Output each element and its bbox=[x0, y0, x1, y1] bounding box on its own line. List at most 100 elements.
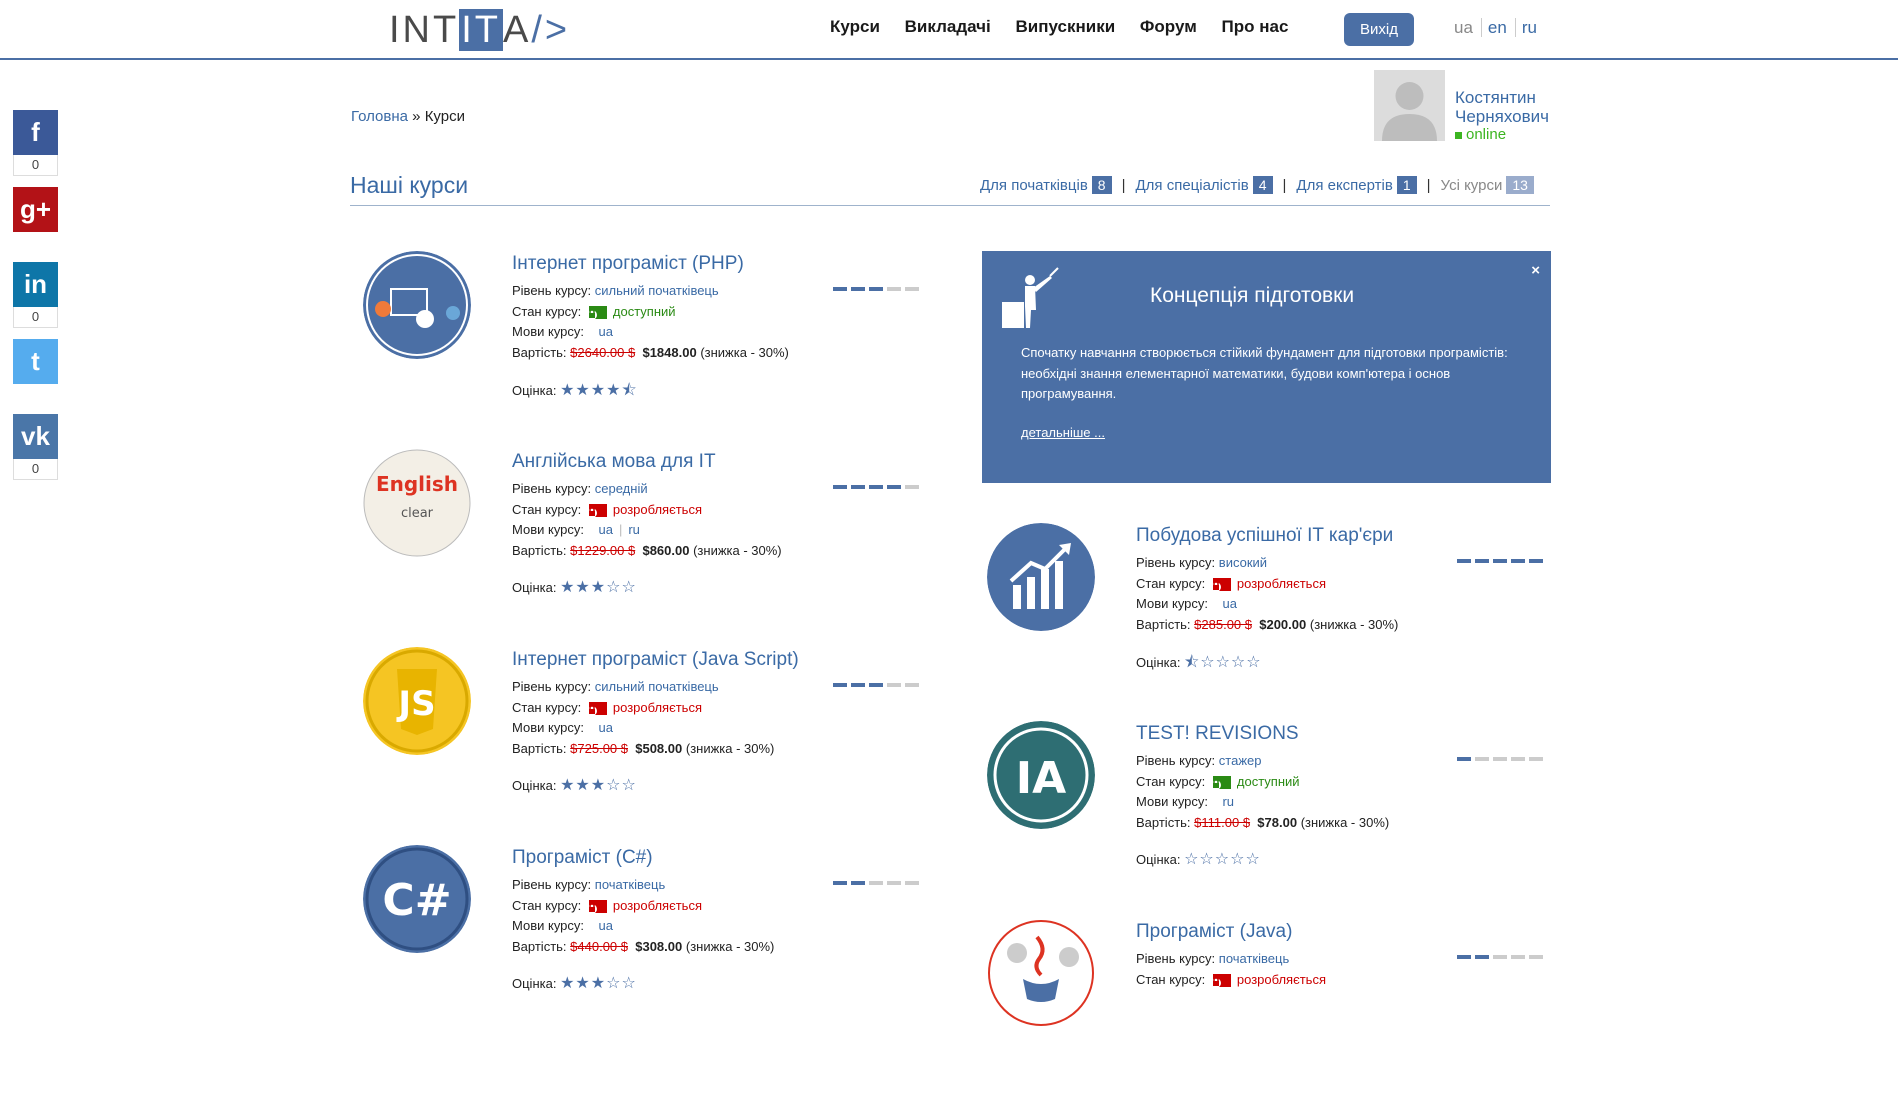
course-title[interactable]: Програміст (Java) bbox=[1136, 921, 1292, 943]
course-lang[interactable]: ua bbox=[1222, 596, 1236, 611]
status-label: Стан курсу: bbox=[512, 897, 582, 913]
old-price: $725.00 $ bbox=[570, 740, 628, 756]
google-plus-icon[interactable]: g+ bbox=[13, 187, 58, 232]
discount: (знижка - 30%) bbox=[693, 542, 782, 558]
course-image[interactable]: English clear bbox=[363, 449, 471, 557]
course-image[interactable]: C# bbox=[363, 845, 471, 953]
course-rating: Оцінка: ★★★☆☆ bbox=[512, 577, 637, 597]
course-level[interactable]: початківець bbox=[595, 877, 665, 892]
level-bar bbox=[869, 881, 883, 885]
status-label: Стан курсу: bbox=[512, 303, 582, 319]
level-bar bbox=[905, 881, 919, 885]
logout-button[interactable]: Вихід bbox=[1344, 13, 1414, 46]
vk-icon[interactable]: vk bbox=[13, 414, 58, 459]
course-image[interactable]: JS bbox=[363, 647, 471, 755]
logo[interactable]: INTITA/> bbox=[389, 8, 570, 52]
course-level[interactable]: сильний початківець bbox=[595, 283, 719, 298]
course-lang[interactable]: ua bbox=[598, 918, 612, 933]
filter-beginners[interactable]: Для початківців bbox=[980, 177, 1088, 194]
level-bar bbox=[1457, 757, 1471, 761]
facebook-icon[interactable]: f bbox=[13, 110, 58, 155]
course-title[interactable]: Програміст (C#) bbox=[512, 847, 653, 869]
nav-forum[interactable]: Форум bbox=[1140, 17, 1197, 36]
filter-specialists[interactable]: Для спеціалістів bbox=[1136, 177, 1249, 194]
breadcrumb-home[interactable]: Головна bbox=[351, 108, 408, 125]
course-status-row: Стан курсу: розробляється bbox=[512, 896, 774, 917]
course-status-row: Стан курсу: доступний bbox=[512, 302, 789, 323]
course-card: Побудова успішної IT кар'єри Рівень курс… bbox=[974, 523, 1574, 698]
lang-ru[interactable]: ru bbox=[1514, 18, 1537, 37]
course-lang[interactable]: ua bbox=[598, 720, 612, 735]
course-lang[interactable]: ru bbox=[1222, 794, 1234, 809]
logo-part3: A bbox=[503, 9, 532, 51]
filter-experts[interactable]: Для експертів bbox=[1296, 177, 1392, 194]
course-image[interactable] bbox=[363, 251, 471, 359]
level-bar bbox=[1493, 955, 1507, 959]
rating-label: Оцінка: bbox=[512, 778, 557, 793]
course-level[interactable]: сильний початківець bbox=[595, 679, 719, 694]
course-level-bars bbox=[1457, 946, 1547, 959]
course-card: JS Інтернет програміст (Java Script) Рів… bbox=[350, 647, 950, 822]
course-image[interactable] bbox=[987, 523, 1095, 631]
course-title[interactable]: Англійська мова для IT bbox=[512, 451, 716, 473]
concept-more-link[interactable]: детальніше ... bbox=[1021, 425, 1105, 440]
nav-about[interactable]: Про нас bbox=[1222, 17, 1289, 36]
course-title[interactable]: Побудова успішної IT кар'єри bbox=[1136, 525, 1393, 547]
social-facebook: f0 bbox=[13, 110, 58, 186]
course-level[interactable]: середній bbox=[595, 481, 648, 496]
level-bar bbox=[833, 683, 847, 687]
level-bar bbox=[887, 287, 901, 291]
price-label: Вартість: bbox=[512, 542, 567, 558]
level-label: Рівень курсу: bbox=[1136, 951, 1216, 966]
nav-teachers[interactable]: Викладачі bbox=[905, 17, 991, 36]
user-status-text: online bbox=[1466, 126, 1507, 143]
price-label: Вартість: bbox=[512, 938, 567, 954]
old-price: $2640.00 $ bbox=[570, 344, 636, 360]
linkedin-icon[interactable]: in bbox=[13, 262, 58, 307]
lang-en[interactable]: en bbox=[1480, 18, 1507, 37]
course-status-row: Стан курсу: розробляється bbox=[512, 698, 774, 719]
course-lang[interactable]: ua bbox=[598, 522, 612, 537]
course-card: Програміст (Java) Рівень курсу: початків… bbox=[974, 919, 1574, 1094]
filter-all[interactable]: Усі курси 13 bbox=[1440, 176, 1534, 194]
course-level[interactable]: стажер bbox=[1219, 753, 1262, 768]
svg-text:IA: IA bbox=[1016, 753, 1066, 804]
course-level[interactable]: початківець bbox=[1219, 951, 1289, 966]
course-lang[interactable]: ru bbox=[628, 522, 640, 537]
level-label: Рівень курсу: bbox=[512, 283, 592, 298]
concept-banner: × Концепція підготовки Спочатку навчання… bbox=[982, 251, 1551, 483]
course-details: Рівень курсу: початківець Стан курсу: роз… bbox=[512, 875, 774, 957]
level-label: Рівень курсу: bbox=[1136, 753, 1216, 768]
course-lang[interactable]: ua bbox=[598, 324, 612, 339]
course-title[interactable]: TEST! REVISIONS bbox=[1136, 723, 1299, 745]
course-level-bars bbox=[833, 278, 923, 291]
course-status: розробляється bbox=[612, 501, 702, 517]
close-icon[interactable]: × bbox=[1531, 262, 1540, 279]
nav-courses[interactable]: Курси bbox=[830, 17, 880, 36]
nav-graduates[interactable]: Випускники bbox=[1016, 17, 1116, 36]
level-label: Рівень курсу: bbox=[1136, 555, 1216, 570]
course-level[interactable]: високий bbox=[1219, 555, 1267, 570]
course-filters: Для початківців 8 | Для спеціалістів 4 | Для е… bbox=[980, 176, 1534, 194]
level-bar bbox=[833, 881, 847, 885]
twitter-icon[interactable]: t bbox=[13, 339, 58, 384]
avatar[interactable] bbox=[1374, 70, 1445, 141]
course-langs-row: Мови курсу: ua bbox=[512, 322, 789, 343]
level-bar bbox=[833, 485, 847, 489]
social-vk: vk 0 bbox=[13, 414, 58, 490]
course-title[interactable]: Інтернет програміст (Java Script) bbox=[512, 649, 799, 671]
rating-label: Оцінка: bbox=[1136, 655, 1181, 670]
user-name[interactable]: Костянтин Черняхович bbox=[1455, 88, 1565, 126]
level-bar bbox=[887, 485, 901, 489]
course-langs-row: Мови курсу: ru bbox=[1136, 792, 1389, 813]
breadcrumb-current: Курси bbox=[424, 108, 465, 125]
course-image[interactable]: IA bbox=[987, 721, 1095, 829]
course-details: Рівень курсу: початківець Стан курсу: роз… bbox=[1136, 949, 1326, 990]
filter-all-label: Усі курси bbox=[1440, 177, 1503, 194]
title-divider bbox=[350, 205, 1550, 206]
concept-title: Концепція підготовки bbox=[1150, 284, 1355, 307]
level-bar bbox=[1475, 559, 1489, 563]
course-image[interactable] bbox=[987, 919, 1095, 1027]
course-rating: Оцінка: ★★★☆☆ bbox=[512, 973, 637, 993]
course-title[interactable]: Інтернет програміст (PHP) bbox=[512, 253, 744, 275]
